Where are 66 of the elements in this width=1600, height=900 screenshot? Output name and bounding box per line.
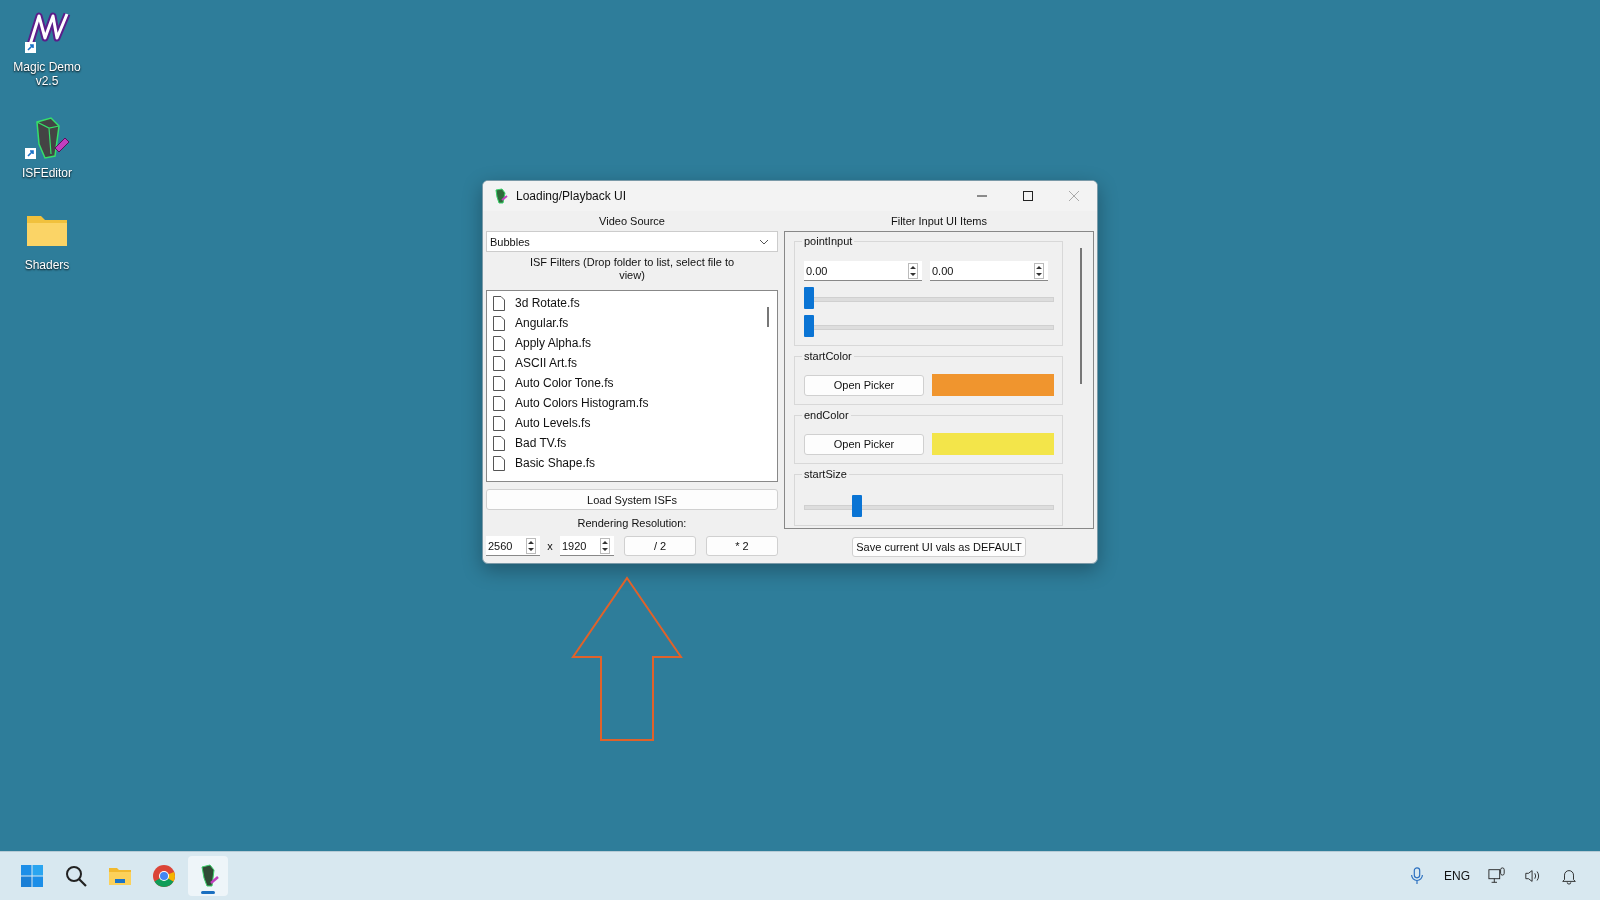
filter-item[interactable]: 3d Rotate.fs [515,296,580,310]
load-system-button[interactable]: Load System ISFs [486,489,778,510]
spin-arrows-icon[interactable] [908,262,918,279]
app-icon [492,188,508,204]
window-title: Loading/Playback UI [516,189,627,203]
spin-arrows-icon[interactable] [526,537,536,554]
volume-icon[interactable] [1524,867,1542,885]
scrollbar-thumb[interactable] [767,307,769,327]
slider[interactable] [804,495,1054,517]
filter-item[interactable]: Bad TV.fs [515,436,567,450]
taskbar-button[interactable] [188,856,228,896]
open-picker-button[interactable]: Open Picker [804,433,924,455]
spin-arrows-icon[interactable] [1034,262,1044,279]
file-icon [493,335,505,351]
section-label: ISF Filters (Drop folder to list, select file to view) [528,255,736,283]
icon-label[interactable]: Shaders [9,258,85,272]
chevron-icon [759,238,769,245]
windows-start-icon[interactable] [20,864,44,888]
filter-item[interactable]: Auto Color Tone.fs [515,376,614,390]
section-label: Filter Input UI Items [890,214,988,229]
double-button[interactable]: * 2 [706,536,778,556]
filter-item[interactable]: Basic Shape.fs [515,456,596,470]
file-icon [493,295,505,311]
filter-item[interactable]: Apply Alpha.fs [515,336,592,350]
notification-bell-icon[interactable] [1560,867,1578,885]
icon-label[interactable]: ISFEditor [9,166,85,180]
file-icon [493,435,505,451]
spin-arrows-icon[interactable] [600,537,610,554]
section-label: Rendering Resolution: [576,516,688,531]
times-label: x [546,540,554,552]
filter-item[interactable]: Angular.fs [515,316,569,330]
slider-thumb[interactable] [804,315,814,337]
slider[interactable] [804,315,1054,337]
open-picker-button[interactable]: Open Picker [804,374,924,396]
file-icon [493,395,505,411]
file-icon [493,415,505,431]
file-icon [493,355,505,371]
value-spinbox[interactable]: 0.00 [930,261,1048,281]
file-icon [493,455,505,471]
group-label: pointInput [802,235,855,247]
save-default-button[interactable]: Save current UI vals as DEFAULT [852,537,1026,557]
group-label: endColor [802,409,851,421]
language-indicator[interactable]: ENG [1444,869,1470,883]
scrollbar-thumb[interactable] [1080,248,1082,384]
browser-icon[interactable] [152,864,176,888]
slider[interactable] [804,287,1054,309]
filter-item[interactable]: Auto Levels.fs [515,416,591,430]
group-label: startSize [802,468,849,480]
height-spinbox[interactable]: 1920 [560,536,614,556]
file-icon [493,375,505,391]
width-spinbox[interactable]: 2560 [486,536,540,556]
icon-label[interactable]: Magic Demo v2.5 [9,60,85,88]
network-icon[interactable] [1488,867,1506,885]
microphone-icon[interactable] [1408,867,1426,885]
filter-item[interactable]: ASCII Art.fs [515,356,577,370]
halve-button[interactable]: / 2 [624,536,696,556]
slider-thumb[interactable] [804,287,814,309]
app-shortcut-icon[interactable] [23,114,71,162]
file-icon [493,315,505,331]
search-icon[interactable] [64,864,88,888]
value-spinbox[interactable]: 0.00 [804,261,922,281]
video-source-dropdown[interactable]: Bubbles [486,231,778,252]
slider-thumb[interactable] [852,495,862,517]
section-label: Video Source [598,214,666,229]
filter-item[interactable]: Auto Colors Histogram.fs [515,396,649,410]
group-label: startColor [802,350,854,362]
